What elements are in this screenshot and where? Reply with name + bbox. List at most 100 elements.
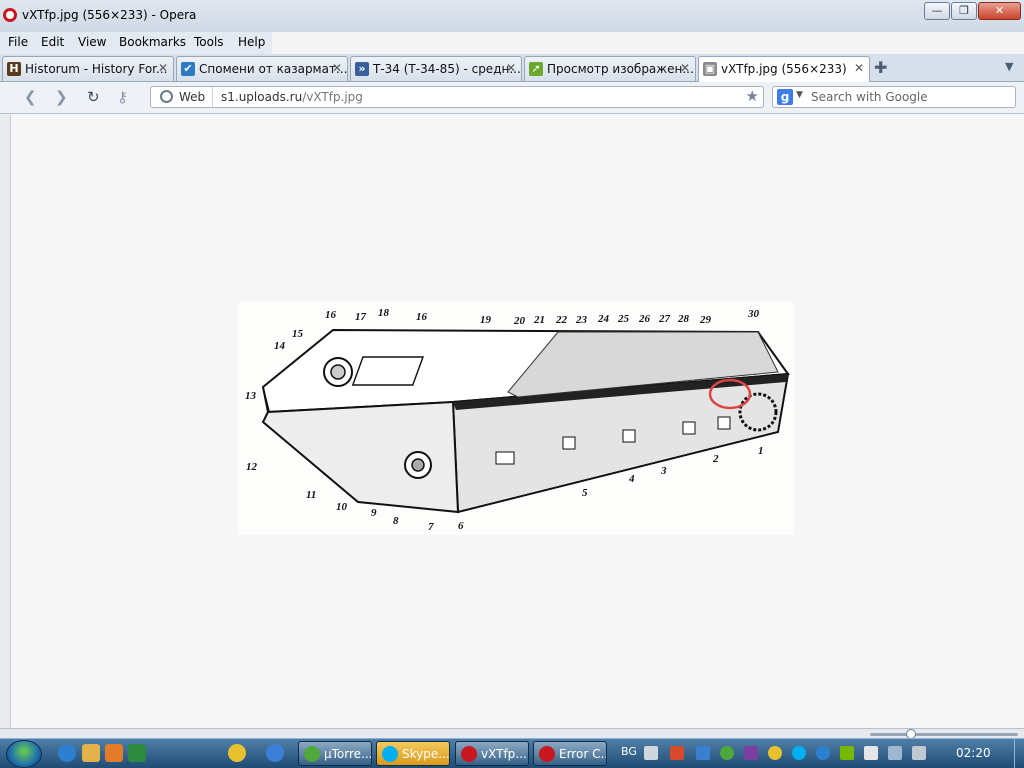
- volume-muted-icon[interactable]: [912, 746, 926, 760]
- new-tab-icon[interactable]: ✚: [874, 58, 887, 77]
- tab-label: Т-34 (Т-34-85) - средн...: [373, 62, 521, 76]
- check-favicon-icon: ✔: [181, 62, 195, 76]
- nvidia-icon[interactable]: [840, 746, 854, 760]
- historum-favicon-icon: H: [7, 62, 21, 76]
- utorrent-tray-icon[interactable]: [720, 746, 734, 760]
- search-placeholder: Search with Google: [811, 90, 928, 104]
- diagram-label: 28: [677, 313, 690, 325]
- url-text[interactable]: s1.uploads.ru/vXTfp.jpg: [221, 90, 363, 104]
- menu-tools[interactable]: Tools: [194, 35, 224, 49]
- opera-icon: [539, 746, 555, 762]
- taskbar-opera-error[interactable]: Error C...: [533, 741, 607, 766]
- chrome-icon[interactable]: [228, 744, 246, 762]
- taskbar-label: µTorre...: [324, 747, 372, 761]
- image-favicon-icon: ▣: [703, 62, 717, 76]
- close-window-button[interactable]: ✕: [978, 2, 1021, 20]
- menu-edit[interactable]: Edit: [41, 35, 64, 49]
- key-icon[interactable]: ⚷: [117, 88, 128, 106]
- menu-view[interactable]: View: [78, 35, 106, 49]
- diagram-label: 27: [658, 313, 671, 325]
- onenote-icon[interactable]: [744, 746, 758, 760]
- diagram-label: 24: [597, 313, 610, 325]
- diagram-label: 1: [758, 445, 764, 457]
- window-title: vXTfp.jpg (556×233) - Opera: [22, 8, 197, 22]
- messenger-tray-icon[interactable]: [816, 746, 830, 760]
- speaker-icon[interactable]: [670, 746, 684, 760]
- search-field[interactable]: g ▼ Search with Google: [772, 86, 1016, 108]
- diagram-label: 30: [747, 308, 760, 320]
- site-favicon-icon: »: [355, 62, 369, 76]
- keyboard-icon[interactable]: [644, 746, 658, 760]
- address-field[interactable]: Web s1.uploads.ru/vXTfp.jpg ★: [150, 86, 764, 108]
- tab-close-icon[interactable]: ✕: [158, 61, 168, 75]
- diagram-label: 19: [480, 314, 492, 326]
- back-icon[interactable]: ❮: [24, 88, 37, 106]
- flag-icon[interactable]: [864, 746, 878, 760]
- hull-drawing: 1 2 3 4 5 6 7 8 9 10 11 12 13 14 15 16 1…: [245, 307, 790, 533]
- panel-strip[interactable]: [0, 114, 11, 728]
- diagram-label: 5: [582, 487, 588, 499]
- display-icon[interactable]: [888, 746, 902, 760]
- diagram-label: 14: [274, 340, 286, 352]
- web-label: Web: [179, 90, 206, 104]
- taskbar-utorrent[interactable]: µTorre...: [298, 741, 372, 766]
- web-badge[interactable]: Web: [151, 87, 213, 107]
- menu-help[interactable]: Help: [238, 35, 265, 49]
- diagram-label: 16: [416, 311, 428, 323]
- skype-tray-icon[interactable]: [792, 746, 806, 760]
- tab-menu-icon[interactable]: ▼: [1005, 60, 1013, 73]
- zoom-slider[interactable]: [870, 733, 1018, 736]
- tab-image-viewer[interactable]: ➚ Просмотр изображен... ✕: [524, 56, 696, 81]
- clock[interactable]: 02:20: [956, 746, 991, 760]
- diagram-label: 22: [555, 314, 568, 326]
- ie-icon[interactable]: [58, 744, 76, 762]
- tab-close-icon[interactable]: ✕: [854, 61, 864, 75]
- taskbar-skype[interactable]: Skype...: [376, 741, 450, 766]
- tab-vxtfp[interactable]: ▣ vXTfp.jpg (556×233) ✕: [698, 56, 870, 82]
- diagram-label: 23: [575, 314, 588, 326]
- arrow-favicon-icon: ➚: [529, 62, 543, 76]
- diagram-label: 26: [638, 313, 651, 325]
- diagram-label: 6: [458, 520, 464, 532]
- url-host: s1.uploads.ru: [221, 90, 303, 104]
- show-desktop-button[interactable]: [1014, 739, 1024, 768]
- diagram-label: 16: [325, 309, 337, 321]
- tab-close-icon[interactable]: ✕: [506, 61, 516, 75]
- minimize-button[interactable]: —: [924, 2, 950, 20]
- diagram-label: 11: [306, 489, 316, 501]
- diagram-label: 7: [428, 521, 434, 533]
- language-indicator[interactable]: BG: [621, 745, 637, 758]
- diagram-label: 2: [712, 453, 719, 465]
- messenger-icon[interactable]: [266, 744, 284, 762]
- diagram-label: 20: [513, 315, 526, 327]
- diagram-label: 29: [699, 314, 712, 326]
- google-icon[interactable]: g: [777, 89, 793, 105]
- taskbar-label: Skype...: [402, 747, 450, 761]
- tab-close-icon[interactable]: ✕: [680, 61, 690, 75]
- media-player-icon[interactable]: [105, 744, 123, 762]
- reload-icon[interactable]: ↻: [87, 88, 100, 106]
- tab-t34[interactable]: » Т-34 (Т-34-85) - средн... ✕: [350, 56, 522, 81]
- forward-icon[interactable]: ❯: [55, 88, 68, 106]
- tab-bar: H Historum - History For... ✕ ✔ Спомени …: [0, 54, 1024, 82]
- start-button[interactable]: [6, 740, 42, 768]
- network-icon[interactable]: [696, 746, 710, 760]
- opera-icon: [461, 746, 477, 762]
- tab-spomeni[interactable]: ✔ Спомени от казармат... ✕: [176, 56, 348, 81]
- diagram-label: 3: [660, 465, 667, 477]
- tank-hull-diagram: 1 2 3 4 5 6 7 8 9 10 11 12 13 14 15 16 1…: [238, 302, 794, 535]
- excel-icon[interactable]: [128, 744, 146, 762]
- explorer-icon[interactable]: [82, 744, 100, 762]
- diagram-label: 4: [628, 473, 635, 485]
- taskbar-opera-vxtfp[interactable]: vXTfp....: [455, 741, 529, 766]
- menu-bookmarks[interactable]: Bookmarks: [119, 35, 186, 49]
- maximize-button[interactable]: ❐: [951, 2, 977, 20]
- diagram-label: 13: [245, 390, 257, 402]
- menu-file[interactable]: File: [8, 35, 28, 49]
- search-engine-dropdown-icon[interactable]: ▼: [796, 90, 803, 100]
- notification-icon[interactable]: [768, 746, 782, 760]
- diagram-label: 21: [533, 314, 545, 326]
- tab-historum[interactable]: H Historum - History For... ✕: [2, 56, 174, 81]
- bookmark-star-icon[interactable]: ★: [746, 87, 759, 105]
- tab-close-icon[interactable]: ✕: [332, 61, 342, 75]
